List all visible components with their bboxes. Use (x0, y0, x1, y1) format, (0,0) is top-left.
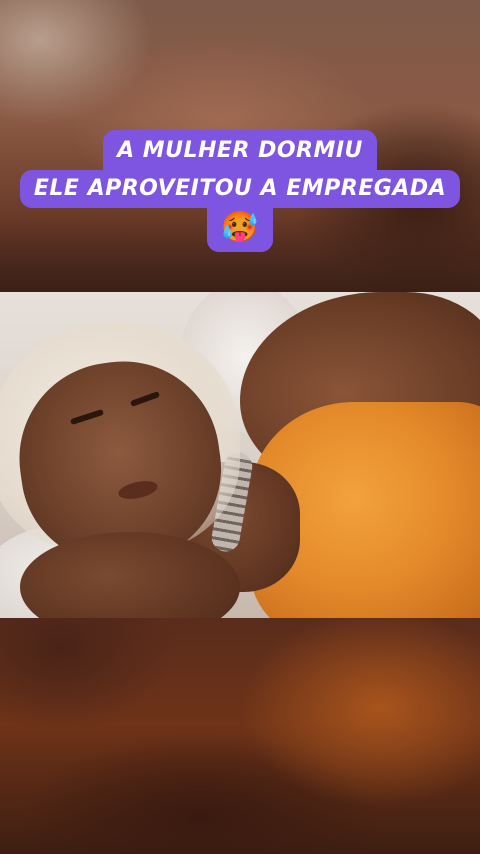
blurred-background-bottom (0, 618, 480, 854)
caption-line-1: A MULHER DORMIU (103, 130, 377, 170)
video-post[interactable]: A MULHER DORMIU ELE APROVEITOU A EMPREGA… (0, 0, 480, 854)
video-frame[interactable] (0, 292, 480, 618)
hot-face-emoji-icon: 🥵 (207, 208, 273, 252)
caption-box: A MULHER DORMIU ELE APROVEITOU A EMPREGA… (0, 130, 480, 252)
caption-line-2: ELE APROVEITOU A EMPREGADA (19, 170, 461, 208)
